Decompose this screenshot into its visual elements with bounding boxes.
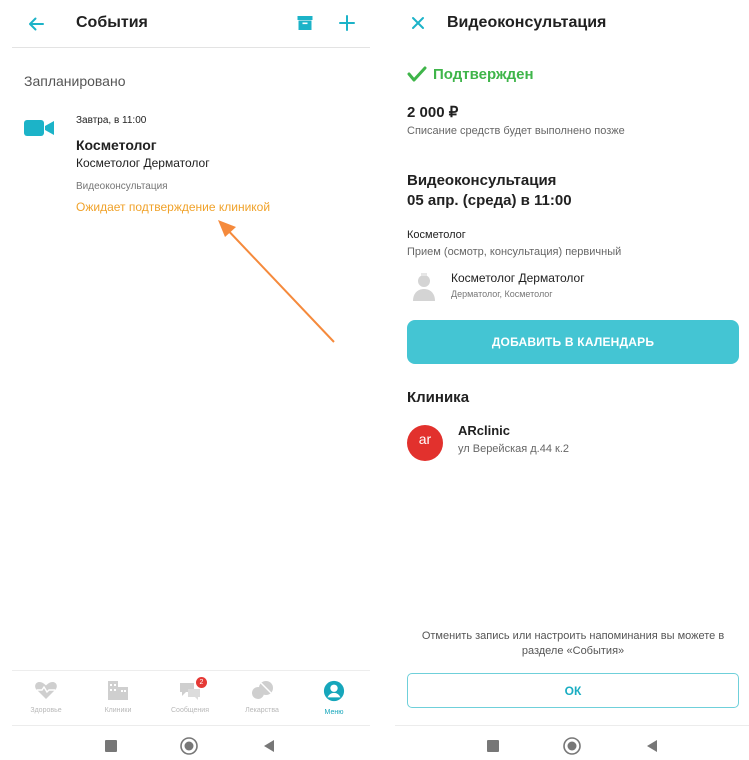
page-title: Видеоконсультация: [447, 14, 607, 31]
checkmark-icon: [407, 65, 427, 88]
ok-button[interactable]: ОК: [407, 673, 739, 708]
clinic-logo: ar: [407, 425, 443, 461]
price: 2 000 ₽: [407, 104, 459, 121]
specialty: Косметолог: [407, 229, 466, 241]
tab-label: Клиники: [104, 707, 132, 714]
tab-medicines[interactable]: Лекарства: [234, 680, 290, 714]
tab-clinics[interactable]: Клиники: [90, 680, 146, 714]
system-nav-divider: [395, 725, 749, 726]
recents-button[interactable]: [487, 740, 499, 752]
event-specialty: Косметолог: [76, 137, 157, 153]
tab-health[interactable]: Здоровье: [18, 680, 74, 714]
tab-label: Лекарства: [245, 707, 279, 714]
event-type: Видеоконсультация: [76, 181, 168, 192]
video-consultation-screen: Видеоконсультация Подтвержден 2 000 ₽ Сп…: [395, 0, 749, 760]
heart-pulse-icon: [35, 682, 57, 699]
video-camera-icon: [24, 118, 56, 143]
event-card[interactable]: Завтра, в 11:00 Косметолог Косметолог Де…: [12, 108, 362, 220]
back-arrow-icon[interactable]: [20, 8, 52, 40]
tab-label: Здоровье: [30, 707, 62, 714]
tab-messages[interactable]: 2 Сообщения: [162, 677, 218, 714]
doctor-name[interactable]: Косметолог Дерматолог: [451, 271, 585, 285]
tab-menu[interactable]: Меню: [306, 680, 362, 716]
footer-note: Отменить запись или настроить напоминани…: [421, 630, 725, 657]
service-name: Прием (осмотр, консультация) первичный: [407, 246, 622, 258]
home-button[interactable]: [563, 737, 581, 760]
events-screen: События Запланировано Завтра, в 11:00 Ко…: [0, 0, 372, 760]
add-icon[interactable]: [334, 10, 360, 36]
close-icon[interactable]: [405, 10, 431, 36]
annotation-arrow: [218, 220, 335, 343]
archive-icon[interactable]: [292, 10, 318, 36]
page-title: События: [76, 14, 148, 31]
consult-title: Видеоконсультация: [407, 172, 557, 189]
clinic-address: ул Верейская д.44 к.2: [458, 443, 570, 455]
status-confirmed: Подтвержден: [433, 66, 534, 83]
tabbar-divider: [12, 670, 370, 671]
clinic-logo-text: ar: [418, 431, 432, 447]
clinic-name[interactable]: ARclinic: [458, 423, 510, 438]
pills-icon: [252, 681, 273, 699]
tab-label: Сообщения: [171, 707, 209, 714]
home-button[interactable]: [180, 737, 198, 760]
doctor-specs: Дерматолог, Косметолог: [451, 289, 553, 299]
tab-label: Меню: [324, 709, 344, 716]
event-status: Ожидает подтверждение клиникой: [76, 200, 271, 214]
add-to-calendar-button[interactable]: ДОБАВИТЬ В КАЛЕНДАРЬ: [407, 320, 739, 364]
system-nav-divider: [12, 725, 370, 726]
doctor-avatar-icon: [411, 272, 437, 307]
back-button[interactable]: [262, 739, 276, 758]
profile-menu-icon: [323, 680, 345, 702]
header-divider: [12, 47, 370, 48]
event-doctor: Косметолог Дерматолог: [76, 156, 210, 170]
back-button[interactable]: [645, 739, 659, 758]
messages-badge: 2: [196, 677, 207, 688]
consult-date: 05 апр. (среда) в 11:00: [407, 192, 572, 209]
event-datetime: Завтра, в 11:00: [76, 115, 147, 126]
price-note: Списание средств будет выполнено позже: [407, 125, 625, 137]
clinic-building-icon: [108, 681, 128, 700]
recents-button[interactable]: [105, 740, 117, 752]
clinic-heading: Клиника: [407, 389, 470, 406]
section-title: Запланировано: [24, 73, 126, 89]
